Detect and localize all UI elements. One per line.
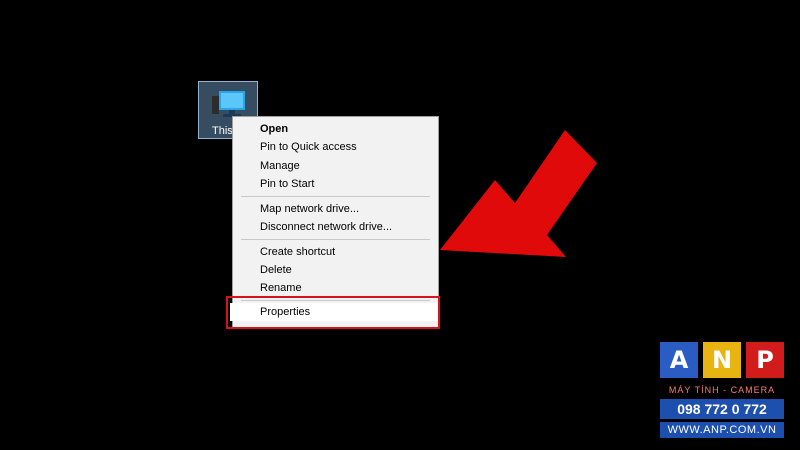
anp-watermark-logo: A N P MÁY TÍNH - CAMERA 098 772 0 772 WW… [660, 342, 784, 440]
logo-letter-a: A [660, 342, 698, 378]
logo-website: WWW.ANP.COM.VN [660, 422, 784, 438]
menu-item-manage[interactable]: Manage [233, 157, 438, 175]
menu-item-label: Rename [260, 282, 302, 294]
menu-item-label: Map network drive... [260, 203, 360, 215]
menu-item-label: Delete [260, 264, 292, 276]
menu-item-label: Create shortcut [260, 246, 336, 258]
menu-item-label: Open [260, 123, 289, 135]
desktop-icon-label: This [212, 125, 233, 137]
menu-item-delete[interactable]: Delete [233, 261, 438, 279]
menu-separator [241, 196, 430, 197]
menu-item-label: Pin to Quick access [260, 141, 357, 153]
menu-item-disconnect-network-drive[interactable]: Disconnect network drive... [233, 218, 438, 236]
menu-item-open[interactable]: Open [233, 120, 438, 138]
menu-item-create-shortcut[interactable]: Create shortcut [233, 243, 438, 261]
menu-item-pin-to-start[interactable]: Pin to Start [233, 175, 438, 193]
properties-highlight-box [226, 296, 440, 329]
menu-separator [241, 239, 430, 240]
logo-letter-n: N [703, 342, 741, 378]
logo-tagline: MÁY TÍNH - CAMERA [668, 385, 776, 395]
logo-letter-p: P [746, 342, 784, 378]
menu-item-map-network-drive[interactable]: Map network drive... [233, 200, 438, 218]
arrow-icon [440, 130, 597, 257]
menu-item-label: Pin to Start [260, 178, 315, 190]
menu-item-rename[interactable]: Rename [233, 279, 438, 297]
menu-item-label: Disconnect network drive... [260, 221, 393, 233]
logo-phone: 098 772 0 772 [660, 399, 784, 419]
menu-item-pin-quick-access[interactable]: Pin to Quick access [233, 138, 438, 156]
menu-item-label: Manage [260, 160, 300, 172]
